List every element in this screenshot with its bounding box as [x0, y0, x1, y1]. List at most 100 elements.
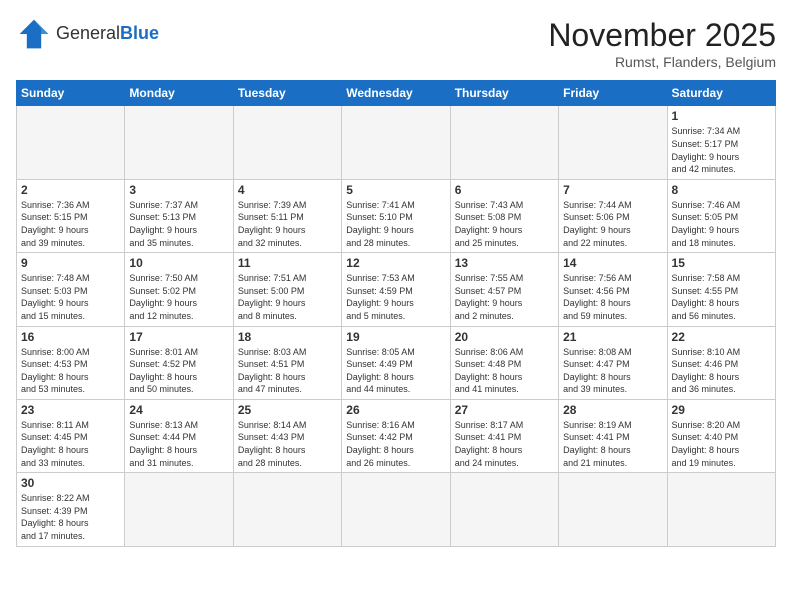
- day-number: 23: [21, 403, 120, 417]
- day-number: 19: [346, 330, 445, 344]
- table-row: 7 Sunrise: 7:44 AM Sunset: 5:06 PM Daylig…: [559, 179, 667, 252]
- day-number: 28: [563, 403, 662, 417]
- table-row: [125, 473, 233, 546]
- weekday-header-row: Sunday Monday Tuesday Wednesday Thursday…: [17, 81, 776, 106]
- header-friday: Friday: [559, 81, 667, 106]
- table-row: 24 Sunrise: 8:13 AM Sunset: 4:44 PM Dayli…: [125, 399, 233, 472]
- day-info: Sunrise: 7:48 AM Sunset: 5:03 PM Dayligh…: [21, 272, 120, 322]
- day-number: 7: [563, 183, 662, 197]
- table-row: 12 Sunrise: 7:53 AM Sunset: 4:59 PM Dayli…: [342, 253, 450, 326]
- day-number: 18: [238, 330, 337, 344]
- day-number: 16: [21, 330, 120, 344]
- day-number: 12: [346, 256, 445, 270]
- day-info: Sunrise: 8:20 AM Sunset: 4:40 PM Dayligh…: [672, 419, 771, 469]
- day-info: Sunrise: 8:17 AM Sunset: 4:41 PM Dayligh…: [455, 419, 554, 469]
- table-row: 16 Sunrise: 8:00 AM Sunset: 4:53 PM Dayli…: [17, 326, 125, 399]
- table-row: [559, 473, 667, 546]
- day-number: 9: [21, 256, 120, 270]
- table-row: 26 Sunrise: 8:16 AM Sunset: 4:42 PM Dayli…: [342, 399, 450, 472]
- table-row: 15 Sunrise: 7:58 AM Sunset: 4:55 PM Dayli…: [667, 253, 775, 326]
- day-info: Sunrise: 8:11 AM Sunset: 4:45 PM Dayligh…: [21, 419, 120, 469]
- day-info: Sunrise: 7:43 AM Sunset: 5:08 PM Dayligh…: [455, 199, 554, 249]
- day-number: 27: [455, 403, 554, 417]
- calendar-row: 16 Sunrise: 8:00 AM Sunset: 4:53 PM Dayli…: [17, 326, 776, 399]
- day-info: Sunrise: 8:13 AM Sunset: 4:44 PM Dayligh…: [129, 419, 228, 469]
- table-row: [559, 106, 667, 179]
- location: Rumst, Flanders, Belgium: [548, 54, 776, 70]
- day-number: 24: [129, 403, 228, 417]
- table-row: 14 Sunrise: 7:56 AM Sunset: 4:56 PM Dayli…: [559, 253, 667, 326]
- day-info: Sunrise: 7:56 AM Sunset: 4:56 PM Dayligh…: [563, 272, 662, 322]
- day-info: Sunrise: 8:16 AM Sunset: 4:42 PM Dayligh…: [346, 419, 445, 469]
- table-row: 9 Sunrise: 7:48 AM Sunset: 5:03 PM Daylig…: [17, 253, 125, 326]
- calendar-row: 9 Sunrise: 7:48 AM Sunset: 5:03 PM Daylig…: [17, 253, 776, 326]
- day-number: 6: [455, 183, 554, 197]
- header: GeneralBlue November 2025 Rumst, Flander…: [16, 16, 776, 70]
- day-number: 26: [346, 403, 445, 417]
- table-row: [17, 106, 125, 179]
- day-info: Sunrise: 7:46 AM Sunset: 5:05 PM Dayligh…: [672, 199, 771, 249]
- table-row: [342, 106, 450, 179]
- day-number: 5: [346, 183, 445, 197]
- calendar-row: 2Sunrise: 7:36 AM Sunset: 5:15 PM Daylig…: [17, 179, 776, 252]
- table-row: 2Sunrise: 7:36 AM Sunset: 5:15 PM Daylig…: [17, 179, 125, 252]
- day-number: 14: [563, 256, 662, 270]
- day-number: 13: [455, 256, 554, 270]
- title-block: November 2025 Rumst, Flanders, Belgium: [548, 16, 776, 70]
- calendar-row: 1 Sunrise: 7:34 AM Sunset: 5:17 PM Daylig…: [17, 106, 776, 179]
- day-info: Sunrise: 7:53 AM Sunset: 4:59 PM Dayligh…: [346, 272, 445, 322]
- day-info: Sunrise: 7:41 AM Sunset: 5:10 PM Dayligh…: [346, 199, 445, 249]
- table-row: 25Sunrise: 8:14 AM Sunset: 4:43 PM Dayli…: [233, 399, 341, 472]
- calendar-page: GeneralBlue November 2025 Rumst, Flander…: [0, 0, 792, 612]
- day-number: 29: [672, 403, 771, 417]
- day-info: Sunrise: 7:55 AM Sunset: 4:57 PM Dayligh…: [455, 272, 554, 322]
- table-row: 27 Sunrise: 8:17 AM Sunset: 4:41 PM Dayli…: [450, 399, 558, 472]
- logo-text: GeneralBlue: [56, 24, 159, 44]
- day-info: Sunrise: 7:34 AM Sunset: 5:17 PM Dayligh…: [672, 125, 771, 175]
- table-row: 29 Sunrise: 8:20 AM Sunset: 4:40 PM Dayli…: [667, 399, 775, 472]
- day-info: Sunrise: 7:50 AM Sunset: 5:02 PM Dayligh…: [129, 272, 228, 322]
- calendar-table: Sunday Monday Tuesday Wednesday Thursday…: [16, 80, 776, 546]
- table-row: 28 Sunrise: 8:19 AM Sunset: 4:41 PM Dayli…: [559, 399, 667, 472]
- day-info: Sunrise: 7:51 AM Sunset: 5:00 PM Dayligh…: [238, 272, 337, 322]
- calendar-row: 30Sunrise: 8:22 AM Sunset: 4:39 PM Dayli…: [17, 473, 776, 546]
- table-row: [667, 473, 775, 546]
- day-info: Sunrise: 7:36 AM Sunset: 5:15 PM Dayligh…: [21, 199, 120, 249]
- day-number: 25: [238, 403, 337, 417]
- table-row: 5 Sunrise: 7:41 AM Sunset: 5:10 PM Daylig…: [342, 179, 450, 252]
- day-number: 3: [129, 183, 228, 197]
- table-row: [125, 106, 233, 179]
- day-info: Sunrise: 8:22 AM Sunset: 4:39 PM Dayligh…: [21, 492, 120, 542]
- table-row: [342, 473, 450, 546]
- day-number: 21: [563, 330, 662, 344]
- table-row: 19Sunrise: 8:05 AM Sunset: 4:49 PM Dayli…: [342, 326, 450, 399]
- table-row: 20Sunrise: 8:06 AM Sunset: 4:48 PM Dayli…: [450, 326, 558, 399]
- header-thursday: Thursday: [450, 81, 558, 106]
- day-number: 10: [129, 256, 228, 270]
- day-number: 22: [672, 330, 771, 344]
- table-row: [233, 106, 341, 179]
- day-number: 4: [238, 183, 337, 197]
- day-info: Sunrise: 8:19 AM Sunset: 4:41 PM Dayligh…: [563, 419, 662, 469]
- table-row: 8Sunrise: 7:46 AM Sunset: 5:05 PM Daylig…: [667, 179, 775, 252]
- month-title: November 2025: [548, 16, 776, 54]
- day-info: Sunrise: 7:58 AM Sunset: 4:55 PM Dayligh…: [672, 272, 771, 322]
- calendar-row: 23 Sunrise: 8:11 AM Sunset: 4:45 PM Dayli…: [17, 399, 776, 472]
- table-row: 4 Sunrise: 7:39 AM Sunset: 5:11 PM Daylig…: [233, 179, 341, 252]
- logo-icon: [16, 16, 52, 52]
- day-info: Sunrise: 8:00 AM Sunset: 4:53 PM Dayligh…: [21, 346, 120, 396]
- table-row: 3 Sunrise: 7:37 AM Sunset: 5:13 PM Daylig…: [125, 179, 233, 252]
- table-row: 22 Sunrise: 8:10 AM Sunset: 4:46 PM Dayli…: [667, 326, 775, 399]
- day-number: 1: [672, 109, 771, 123]
- day-info: Sunrise: 8:10 AM Sunset: 4:46 PM Dayligh…: [672, 346, 771, 396]
- day-info: Sunrise: 7:44 AM Sunset: 5:06 PM Dayligh…: [563, 199, 662, 249]
- day-number: 20: [455, 330, 554, 344]
- day-info: Sunrise: 7:39 AM Sunset: 5:11 PM Dayligh…: [238, 199, 337, 249]
- day-info: Sunrise: 8:01 AM Sunset: 4:52 PM Dayligh…: [129, 346, 228, 396]
- day-info: Sunrise: 8:08 AM Sunset: 4:47 PM Dayligh…: [563, 346, 662, 396]
- header-sunday: Sunday: [17, 81, 125, 106]
- table-row: 13 Sunrise: 7:55 AM Sunset: 4:57 PM Dayli…: [450, 253, 558, 326]
- day-number: 15: [672, 256, 771, 270]
- day-info: Sunrise: 7:37 AM Sunset: 5:13 PM Dayligh…: [129, 199, 228, 249]
- day-number: 11: [238, 256, 337, 270]
